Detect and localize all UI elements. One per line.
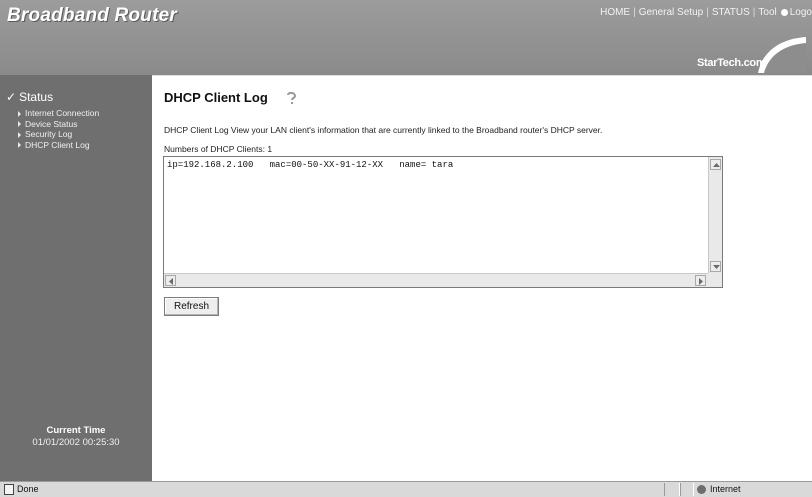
vertical-scrollbar[interactable] bbox=[708, 157, 722, 275]
nav-separator: | bbox=[706, 7, 709, 18]
current-time-value: 01/01/2002 00:25:30 bbox=[32, 437, 120, 448]
sidebar: ✓ Status Internet Connection Device Statu… bbox=[0, 75, 152, 481]
nav-separator: | bbox=[633, 7, 636, 18]
triangle-right-icon bbox=[18, 142, 21, 149]
nav-logout-link[interactable]: Logo bbox=[790, 7, 812, 18]
help-icon[interactable] bbox=[285, 92, 299, 105]
sidebar-section-label: Status bbox=[19, 90, 54, 104]
sidebar-menu: Internet Connection Device Status Securi… bbox=[18, 108, 99, 150]
header-bar: Broadband Router HOME | General Setup | STAT… bbox=[0, 0, 812, 75]
sidebar-item-internet-connection[interactable]: Internet Connection bbox=[18, 108, 99, 119]
client-count-row: Numbers of DHCP Clients: 1 bbox=[164, 144, 272, 154]
sidebar-section-status[interactable]: ✓ Status bbox=[6, 90, 53, 104]
scroll-left-button[interactable] bbox=[165, 275, 176, 286]
arrow-up-icon bbox=[713, 163, 720, 167]
sidebar-item-label: DHCP Client Log bbox=[25, 139, 90, 150]
security-zone: Internet bbox=[697, 484, 741, 495]
scroll-down-button[interactable] bbox=[710, 261, 721, 272]
brand-swoosh-icon bbox=[758, 37, 806, 73]
scroll-right-button[interactable] bbox=[695, 275, 706, 286]
security-zone-label: Internet bbox=[710, 484, 741, 494]
status-text: Done bbox=[4, 484, 39, 496]
client-count-value: 1 bbox=[267, 144, 273, 154]
status-done-label: Done bbox=[17, 484, 39, 494]
nav-status-link[interactable]: STATUS bbox=[712, 7, 750, 18]
triangle-right-icon bbox=[18, 121, 21, 128]
triangle-right-icon bbox=[18, 110, 21, 117]
scrollbar-corner bbox=[708, 273, 722, 287]
nav-general-setup-link[interactable]: General Setup bbox=[639, 7, 704, 18]
sidebar-item-label: Device Status bbox=[25, 118, 78, 129]
logout-bullet-icon bbox=[780, 8, 788, 16]
sidebar-item-label: Internet Connection bbox=[25, 108, 100, 118]
arrow-left-icon bbox=[169, 278, 173, 285]
arrow-down-icon bbox=[713, 265, 720, 269]
log-entry: ip=192.168.2.100 mac=00-50-XX-91-12-XX n… bbox=[167, 160, 454, 170]
client-count-label: Numbers of DHCP Clients: bbox=[164, 144, 265, 154]
sidebar-item-device-status[interactable]: Device Status bbox=[18, 119, 99, 130]
sidebar-item-security-log[interactable]: Security Log bbox=[18, 129, 99, 140]
nav-separator: | bbox=[752, 7, 756, 18]
app-title: Broadband Router bbox=[7, 5, 177, 26]
dhcp-log-textarea[interactable]: ip=192.168.2.100 mac=00-50-XX-91-12-XX n… bbox=[163, 156, 723, 288]
status-segment bbox=[664, 483, 680, 496]
triangle-right-icon bbox=[18, 131, 21, 138]
sidebar-item-dhcp-client-log[interactable]: DHCP Client Log bbox=[18, 140, 99, 151]
globe-icon bbox=[697, 485, 706, 495]
page-icon bbox=[4, 484, 14, 496]
refresh-button[interactable]: Refresh bbox=[164, 297, 219, 316]
checkmark-icon: ✓ bbox=[6, 90, 17, 104]
arrow-right-icon bbox=[699, 278, 703, 285]
sidebar-item-label: Security Log bbox=[25, 129, 73, 139]
top-nav: HOME | General Setup | STATUS | Tool Logo bbox=[600, 7, 812, 18]
page-title: DHCP Client Log bbox=[164, 90, 268, 105]
nav-home-link[interactable]: HOME bbox=[600, 7, 630, 18]
scroll-up-button[interactable] bbox=[710, 159, 721, 170]
current-time-label: Current Time bbox=[46, 425, 106, 436]
horizontal-scrollbar[interactable] bbox=[164, 273, 709, 287]
status-segment bbox=[680, 483, 694, 496]
browser-status-bar: Done Internet bbox=[0, 481, 812, 497]
page-description: DHCP Client Log View your LAN client's i… bbox=[164, 125, 603, 135]
nav-tool-link[interactable]: Tool bbox=[758, 7, 776, 18]
